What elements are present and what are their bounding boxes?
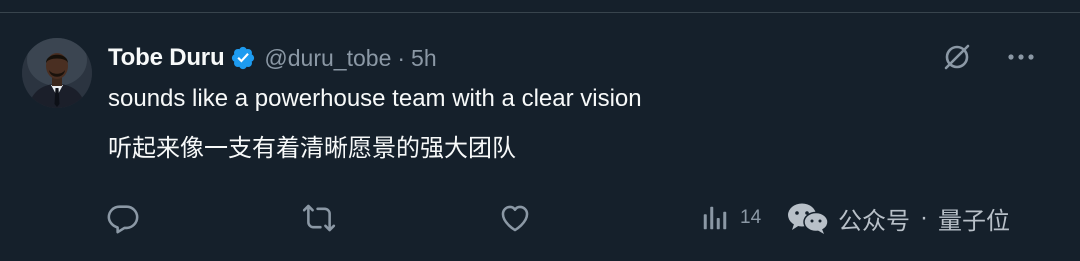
views-button[interactable]: 14	[700, 198, 761, 238]
author-handle[interactable]: @duru_tobe	[264, 45, 391, 72]
divider	[0, 12, 1080, 13]
post-translation: 听起来像一支有着清晰愿景的强大团队	[108, 135, 516, 162]
watermark-source: 公众号	[838, 207, 910, 235]
separator-dot: ·	[397, 44, 406, 71]
post-time[interactable]: 5h	[411, 45, 437, 72]
watermark: 公众号 · 量子位	[786, 198, 1010, 238]
header-actions	[940, 40, 1038, 74]
like-icon	[498, 201, 532, 235]
views-icon	[700, 203, 730, 233]
repost-button[interactable]	[302, 198, 346, 238]
watermark-separator: ·	[920, 204, 928, 231]
like-button[interactable]	[498, 198, 542, 238]
author-name[interactable]: Tobe Duru	[108, 44, 225, 72]
wechat-icon	[786, 201, 830, 235]
tweet-card: Tobe Duru @duru_tobe · 5h sounds like a …	[0, 0, 1080, 261]
reply-icon	[106, 201, 140, 235]
more-icon[interactable]	[1004, 40, 1038, 74]
reply-button[interactable]	[106, 198, 150, 238]
post-header: Tobe Duru @duru_tobe · 5h	[108, 42, 437, 74]
watermark-name: 量子位	[938, 207, 1010, 235]
avatar[interactable]	[22, 38, 92, 108]
post-text: sounds like a powerhouse team with a cle…	[108, 85, 642, 112]
views-count: 14	[740, 207, 762, 228]
grok-icon[interactable]	[940, 40, 974, 74]
repost-icon	[302, 201, 336, 235]
verified-badge-icon	[230, 45, 256, 71]
